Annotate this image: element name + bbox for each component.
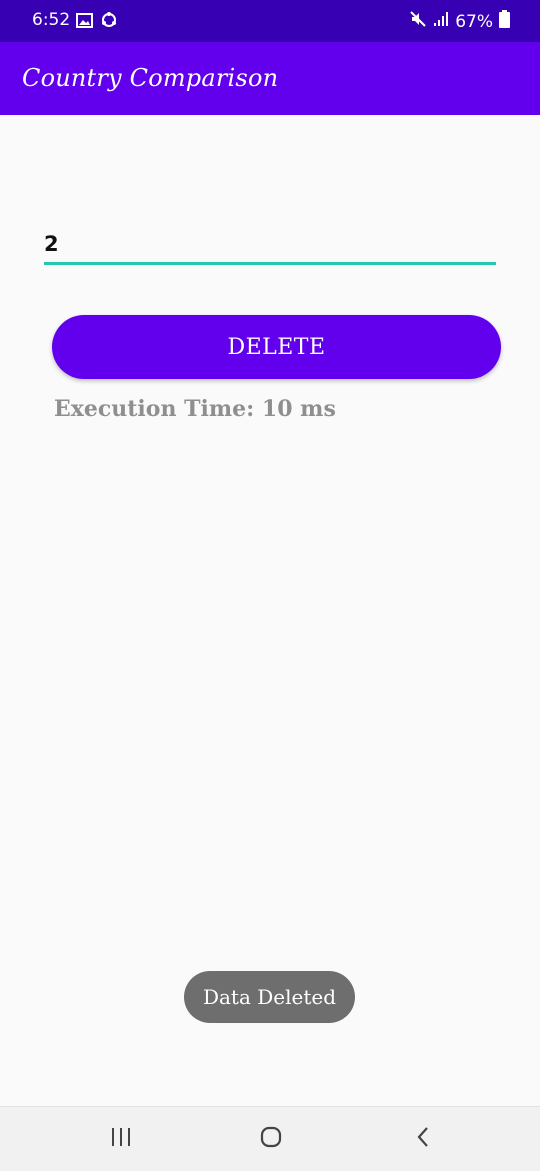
status-bar: 6:52 67% xyxy=(0,0,540,42)
id-input-wrapper xyxy=(44,225,496,267)
status-icons-left xyxy=(76,11,118,33)
battery-icon xyxy=(499,10,510,33)
execution-time-label: Execution Time: 10 ms xyxy=(54,396,336,422)
back-button[interactable] xyxy=(378,1107,468,1171)
sync-icon xyxy=(100,11,118,33)
navigation-bar xyxy=(0,1106,540,1171)
app-bar: Country Comparison xyxy=(0,42,540,115)
id-input[interactable] xyxy=(44,225,496,265)
home-icon xyxy=(260,1126,282,1152)
status-icons-right: 67% xyxy=(409,10,510,33)
back-icon xyxy=(416,1126,430,1152)
mute-icon xyxy=(409,10,427,33)
battery-text: 67% xyxy=(455,11,493,32)
image-icon xyxy=(76,12,93,32)
app-title: Country Comparison xyxy=(22,64,279,92)
delete-button[interactable]: DELETE xyxy=(52,315,501,379)
recents-button[interactable] xyxy=(76,1107,166,1171)
toast-message: Data Deleted xyxy=(184,971,355,1023)
signal-icon xyxy=(433,11,449,32)
status-time: 6:52 xyxy=(32,10,71,30)
recents-icon xyxy=(110,1127,132,1151)
home-button[interactable] xyxy=(226,1107,316,1171)
